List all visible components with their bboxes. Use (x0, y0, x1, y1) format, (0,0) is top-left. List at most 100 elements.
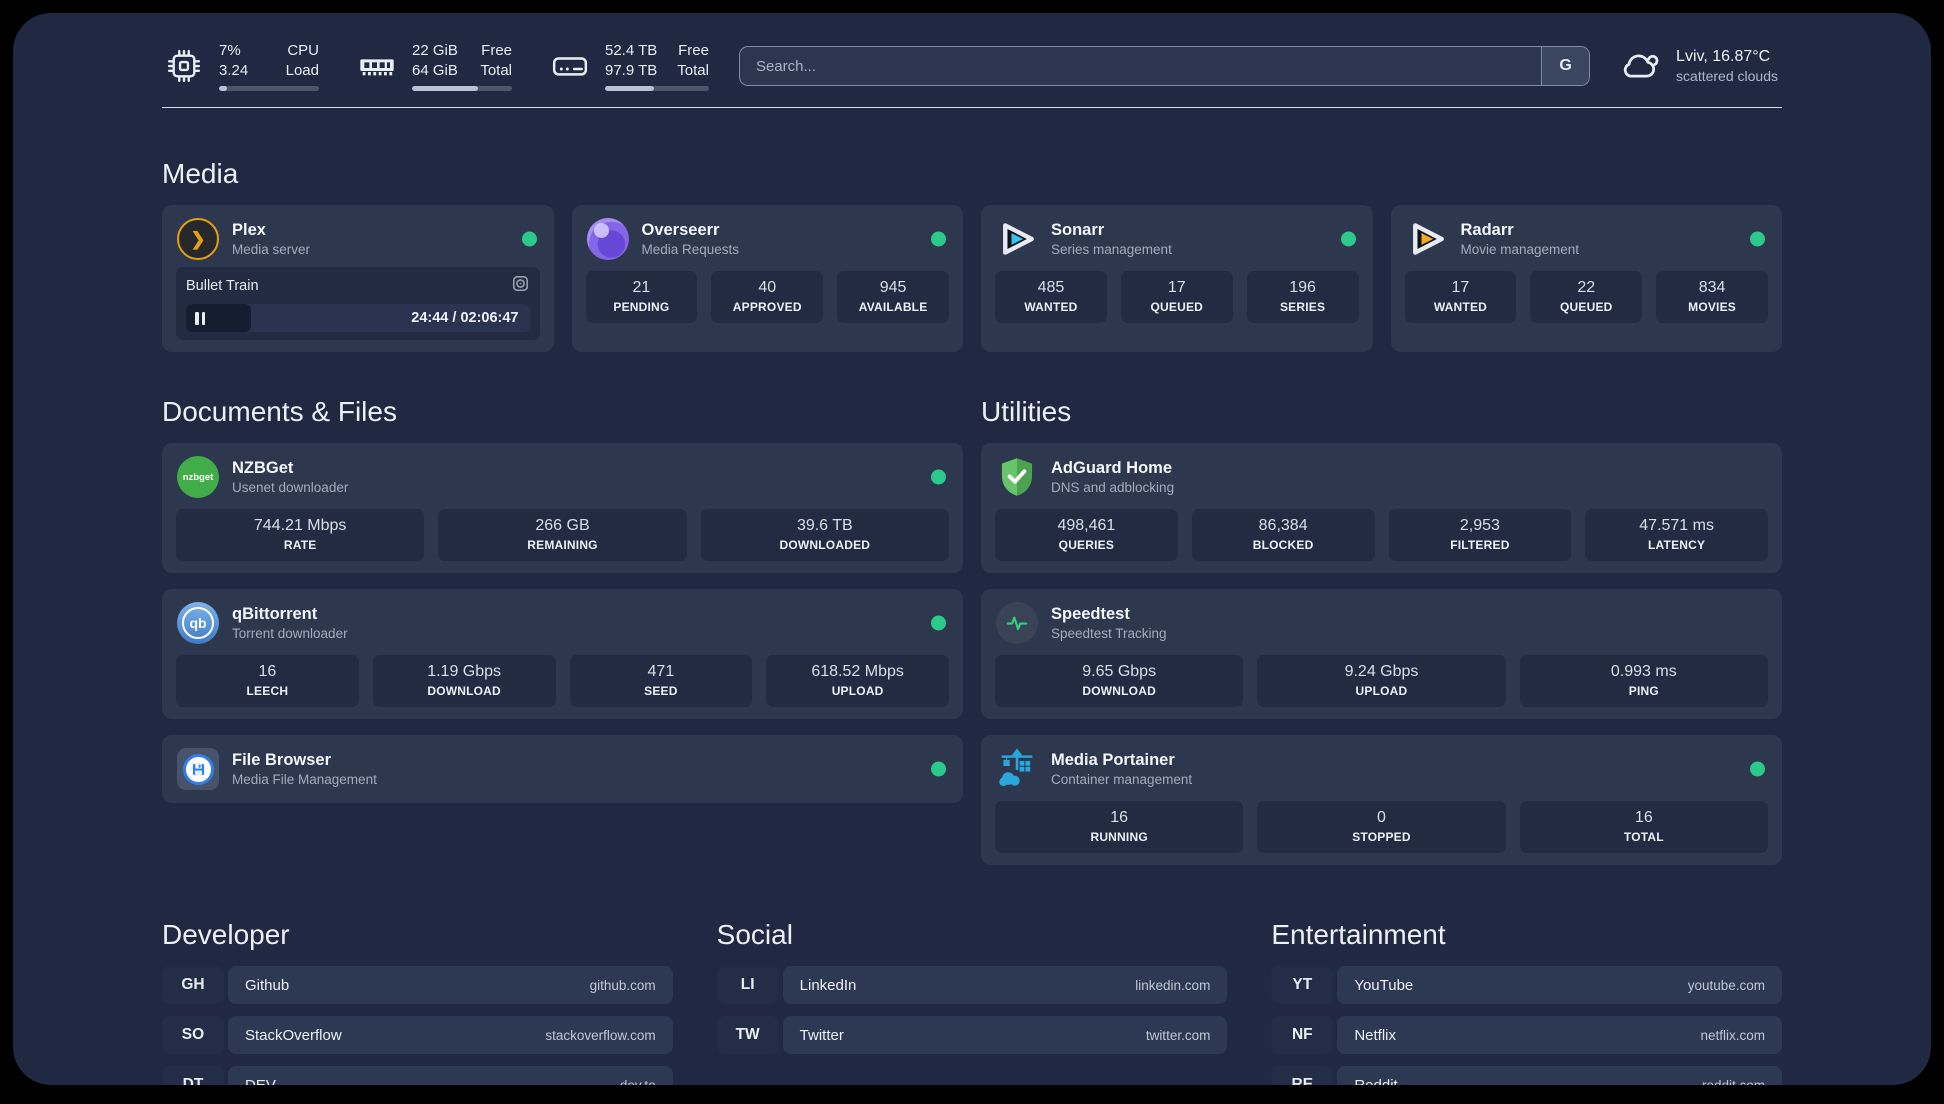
playback-progress-fill (186, 304, 252, 332)
filebrowser-title: File Browser (232, 750, 332, 769)
stat-value: 22 (1577, 279, 1596, 296)
plex-now-playing-widget: Bullet Train 24:44 / 02:06:47 (176, 267, 540, 340)
stat-value: 9.65 Gbps (1082, 663, 1157, 680)
stat-label: FILTERED (1450, 538, 1510, 552)
stat-box: 618.52 Mbps UPLOAD (766, 655, 949, 707)
stat-box: 1.19 Gbps DOWNLOAD (372, 655, 556, 707)
nzbget-card-header: nzbget NZBGet Usenet downloader (176, 455, 949, 499)
cpu-load-label: Load (285, 61, 319, 79)
playback-progress-bar: 24:44 / 02:06:47 (186, 304, 530, 332)
adguard-title: AdGuard Home (1051, 458, 1173, 477)
stat-label: MOVIES (1688, 300, 1737, 314)
plex-card[interactable]: ❯ Plex Media server Bullet Train 24:44 /… (162, 205, 554, 352)
stat-label: UPLOAD (1355, 684, 1408, 698)
overseerr-card-header: Overseerr Media Requests (586, 217, 950, 261)
bookmark-name: YouTube (1354, 976, 1414, 994)
bookmark-youtube[interactable]: YT YouTube youtube.com (1271, 966, 1782, 1004)
memory-stat: 22 GiB 64 GiB Free Total (355, 41, 512, 91)
search-input[interactable] (738, 46, 1591, 86)
overseerr-stats: 21 PENDING 40 APPROVED 945 AVAILABLE (585, 271, 949, 323)
stat-value: 834 (1698, 279, 1726, 296)
stat-label: UPLOAD (831, 684, 884, 698)
section-heading-documents: Documents & Files (162, 396, 397, 427)
disk-free-value: 52.4 TB (605, 42, 658, 59)
stat-label: PING (1628, 684, 1659, 698)
bookmark-reddit[interactable]: RE Reddit reddit.com (1271, 1066, 1782, 1085)
bookmark-url: reddit.com (1701, 1077, 1765, 1086)
stat-value: 945 (879, 279, 907, 296)
disk-progress-track (605, 86, 709, 91)
stat-label: RUNNING (1090, 830, 1148, 844)
memory-progress-track (412, 86, 512, 91)
bookmark-linkedin[interactable]: LI LinkedIn linkedin.com (716, 966, 1228, 1004)
nzbget-icon: nzbget (176, 455, 220, 499)
weather-condition: scattered clouds (1676, 68, 1778, 85)
nzbget-subtitle: Usenet downloader (232, 479, 349, 495)
radarr-stats: 17 WANTED 22 QUEUED 834 MOVIES (1404, 271, 1768, 323)
stat-value: 471 (647, 663, 675, 680)
sonarr-title: Sonarr (1051, 220, 1105, 239)
stat-label: QUERIES (1058, 538, 1115, 552)
stat-box: 39.6 TB DOWNLOADED (700, 509, 949, 561)
section-heading-social: Social (716, 919, 793, 950)
radarr-status-dot (1750, 231, 1765, 247)
cloud-icon (1620, 46, 1662, 87)
memory-progress-fill (412, 86, 478, 91)
sonarr-status-dot (1340, 231, 1356, 247)
stat-box: 485 WANTED (995, 271, 1107, 323)
qbittorrent-card-header: qb qBittorrent Torrent downloader (176, 601, 949, 645)
stat-box: 17 WANTED (1404, 271, 1517, 323)
portainer-title: Media Portainer (1051, 750, 1175, 769)
adguard-stats: 498,461 QUERIES 86,384 BLOCKED 2,953 FIL… (995, 509, 1768, 561)
stat-label: DOWNLOADED (779, 538, 871, 552)
stat-label: BLOCKED (1252, 538, 1314, 552)
stat-value: 16 (1110, 809, 1129, 826)
now-playing-title: Bullet Train (186, 278, 259, 294)
bookmark-twitter[interactable]: TW Twitter twitter.com (716, 1016, 1228, 1054)
nzbget-card[interactable]: nzbget NZBGet Usenet downloader 744.21 M… (162, 443, 963, 573)
stat-value: 0 (1377, 809, 1386, 826)
portainer-stats: 16 RUNNING 0 STOPPED 16 TOTAL (995, 801, 1768, 853)
sonarr-card[interactable]: Sonarr Series management 485 WANTED 17 Q… (981, 205, 1373, 352)
portainer-card[interactable]: Media Portainer Container management 16 … (981, 735, 1782, 865)
filebrowser-card-header: File Browser Media File Management (176, 747, 949, 791)
sonarr-icon (995, 217, 1039, 261)
overseerr-card[interactable]: Overseerr Media Requests 21 PENDING 40 A… (571, 205, 963, 352)
bookmark-stackoverflow[interactable]: SO StackOverflow stackoverflow.com (162, 1016, 673, 1054)
nzbget-stats: 744.21 Mbps RATE 266 GB REMAINING 39.6 T… (176, 509, 949, 561)
section-heading-developer: Developer (162, 919, 290, 950)
filebrowser-card[interactable]: File Browser Media File Management (162, 735, 963, 803)
stat-label: LEECH (246, 684, 289, 698)
bookmark-dev[interactable]: DT DEV dev.to (162, 1066, 673, 1085)
disk-progress-fill (605, 86, 654, 91)
bookmark-abbr: SO (162, 1016, 224, 1054)
bookmark-abbr: YT (1271, 966, 1334, 1004)
disk-total-label: Total (677, 61, 709, 79)
stat-label: DOWNLOAD (427, 684, 501, 698)
bookmark-url: twitter.com (1145, 1027, 1211, 1043)
bookmark-name: StackOverflow (245, 1026, 342, 1044)
ram-icon (355, 44, 399, 88)
stat-value: 196 (1289, 279, 1316, 296)
bookmark-netflix[interactable]: NF Netflix netflix.com (1271, 1016, 1782, 1054)
search-engine-button[interactable]: G (1541, 47, 1590, 85)
speedtest-card[interactable]: Speedtest Speedtest Tracking 9.65 Gbps D… (981, 589, 1782, 719)
weather-location-temperature: Lviv, 16.87°C (1676, 47, 1771, 65)
cpu-stat: 7% 3.24 CPU Load (162, 41, 319, 91)
portainer-card-header: Media Portainer Container management (995, 747, 1768, 791)
stat-value: 744.21 Mbps (253, 517, 347, 534)
plex-icon: ❯ (176, 217, 220, 261)
qbittorrent-card[interactable]: qb qBittorrent Torrent downloader 16 LEE… (162, 589, 963, 719)
radarr-card[interactable]: Radarr Movie management 17 WANTED 22 QUE… (1390, 205, 1782, 352)
stat-box: 471 SEED (569, 655, 753, 707)
disk-total-value: 97.9 TB (605, 61, 658, 79)
stat-box: 9.65 Gbps DOWNLOAD (995, 655, 1244, 707)
adguard-shield-icon (995, 455, 1039, 499)
nzbget-status-dot (931, 469, 946, 485)
memory-total-label: Total (480, 61, 512, 79)
dashboard-panel: 7% 3.24 CPU Load 22 GiB 64 GiB Free Tota… (13, 13, 1931, 1085)
bookmark-name: Reddit (1354, 1076, 1398, 1086)
stat-value: 17 (1451, 279, 1470, 296)
bookmark-github[interactable]: GH Github github.com (162, 966, 673, 1004)
adguard-card[interactable]: AdGuard Home DNS and adblocking 498,461 … (981, 443, 1782, 573)
